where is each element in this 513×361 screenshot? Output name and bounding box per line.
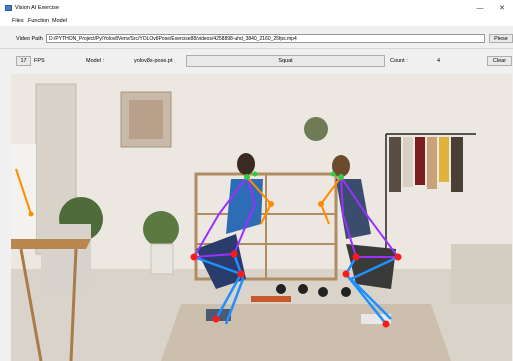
menu-bar: Files Function Model [0,17,513,26]
divider [0,48,513,49]
model-label: Model : [86,58,105,64]
exercise-select-button[interactable]: Squat [186,55,385,67]
fps-value-box: 17 [16,56,31,66]
close-button[interactable]: ✕ [494,3,510,14]
clear-button[interactable]: Clear [487,56,512,66]
title-bar: Vision AI Exercise — ✕ [0,0,513,17]
browse-button[interactable]: Piese [489,34,513,43]
video-frame-canvas [11,74,512,361]
video-path-row: Video Path D:/PYTHON_Project/Py/Yolov8Ve… [0,26,513,48]
app-icon [5,5,12,11]
window-title: Vision AI Exercise [15,5,59,11]
minimize-button[interactable]: — [472,3,488,14]
menu-files[interactable]: Files [12,18,24,24]
count-value: 4 [437,58,441,64]
fps-label: FPS [34,58,45,64]
video-path-label: Video Path [16,36,43,42]
count-label: Count : [390,58,408,64]
menu-model[interactable]: Model [52,18,67,24]
model-value: yolov8s-pose.pt [134,58,173,64]
video-frame [11,74,512,361]
menu-function[interactable]: Function [28,18,49,24]
video-path-field[interactable]: D:/PYTHON_Project/Py/Yolov8Venv/Src/YOLO… [46,34,485,43]
